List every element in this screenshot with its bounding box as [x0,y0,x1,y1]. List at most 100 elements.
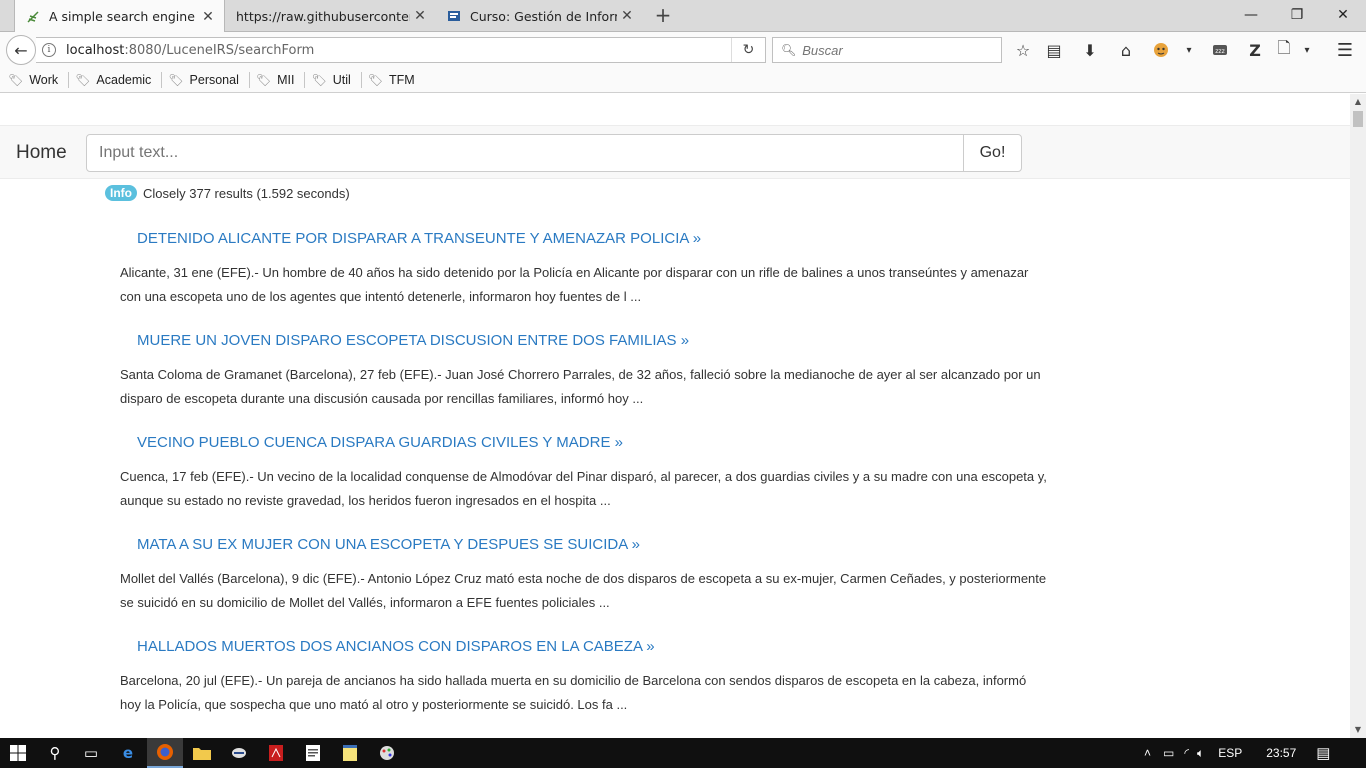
minimize-button[interactable]: — [1228,0,1274,30]
info-icon[interactable]: i [42,43,56,57]
tab-github-raw[interactable]: https://raw.githubusercontent.c ✕ [226,0,436,32]
tag-icon: 🏷︎ [168,73,184,87]
tab-search-engine[interactable]: A simple search engine with ✕ [14,0,225,33]
task-view-icon[interactable]: ▭ [73,738,109,768]
wifi-icon[interactable]: ◜ [1184,746,1189,760]
windows-start-icon[interactable] [0,738,36,768]
bookmark-work[interactable]: 🏷︎ Work [8,73,58,87]
result-title-link[interactable]: MUERE UN JOVEN DISPARO ESCOPETA DISCUSIO… [137,332,1050,349]
close-window-button[interactable]: ✕ [1320,0,1366,30]
info-badge: Info [105,185,137,201]
result-title-link[interactable]: HALLADOS MUERTOS DOS ANCIANOS CON DISPAR… [137,638,1050,655]
clock[interactable]: 23:57 [1266,746,1296,760]
extension-face-icon[interactable] [1148,37,1174,63]
close-icon[interactable]: ✕ [617,8,637,24]
bookmark-tfm[interactable]: 🏷︎ TFM [368,73,415,87]
menu-icon[interactable]: ☰ [1332,37,1358,63]
search-icon: 🔍︎ [781,43,797,57]
battery-icon[interactable]: ▭ [1163,746,1174,760]
pdf-reader-icon[interactable] [258,738,294,768]
sleep-tab-icon[interactable]: zzz [1207,37,1233,63]
result-snippet: Mollet del Vallés (Barcelona), 9 dic (EF… [120,571,1047,610]
back-button[interactable]: ← [6,35,36,65]
tag-icon: 🏷︎ [255,73,272,87]
document-icon[interactable] [295,738,331,768]
bookmark-separator [161,72,163,88]
tab-curso[interactable]: Curso: Gestión de Informaci ✕ [436,0,643,32]
bookmark-separator [304,72,306,88]
chevron-down-icon[interactable]: ▾ [1294,37,1320,63]
volume-icon[interactable]: 🔈︎ [1197,746,1204,761]
tab-bar: A simple search engine with ✕ https://ra… [0,0,1366,33]
bookmark-util[interactable]: 🏷︎ Util [311,73,350,87]
search-input[interactable] [802,42,983,58]
result-snippet: Santa Coloma de Gramanet (Barcelona), 27… [120,367,1041,406]
navigation-bar: ← i localhost:8080/LuceneIRS/searchForm … [0,32,1366,68]
scroll-thumb[interactable] [1353,111,1363,127]
tab-label: https://raw.githubusercontent.c [236,8,410,24]
page-content: Home Go! Info Closely 377 results (1.592… [0,94,1350,738]
query-input[interactable] [86,134,964,172]
bookmark-mii[interactable]: 🏷︎ MII [256,73,295,87]
url-path: :8080/LuceneIRS/searchForm [124,42,315,58]
bookmark-academic[interactable]: 🏷︎ Academic [75,73,151,87]
file-explorer-icon[interactable] [184,738,220,768]
language-indicator[interactable]: ESP [1218,746,1242,760]
app-icon[interactable] [221,738,257,768]
page-scrollbar[interactable]: ▲ ▼ [1350,94,1366,738]
windows-taskbar: ⚲ ▭ e ˄ ▭ ◜ 🔈︎ ESP 23:57 ▤ [0,738,1366,768]
result-title-link[interactable]: VECINO PUEBLO CUENCA DISPARA GUARDIAS CI… [137,434,1050,451]
search-icon[interactable]: ⚲ [37,738,73,768]
bookmark-personal[interactable]: 🏷︎ Personal [168,73,239,87]
star-icon[interactable]: ☆ [1010,37,1036,63]
tag-icon: 🏷︎ [367,73,383,87]
paint-icon[interactable] [369,738,405,768]
home-link[interactable]: Home [16,142,67,164]
go-button[interactable]: Go! [963,134,1022,172]
result-snippet: Barcelona, 20 jul (EFE).- Un pareja de a… [120,673,1027,712]
search-navbar: Home Go! [0,125,1350,179]
home-icon[interactable]: ⌂ [1113,37,1139,63]
notepad-icon[interactable] [332,738,368,768]
result-title-link[interactable]: DETENIDO ALICANTE POR DISPARAR A TRANSEU… [137,230,1050,247]
status-text: Closely 377 results (1.592 seconds) [143,185,350,201]
close-icon[interactable]: ✕ [198,9,218,25]
bookmark-separator [68,72,70,88]
bookmarks-bar: 🏷︎ Work 🏷︎ Academic 🏷︎ Personal 🏷︎ MII 🏷︎ Uti… [0,68,1366,93]
result-title-link[interactable]: MATA A SU EX MUJER CON UNA ESCOPETA Y DE… [137,536,1050,553]
scroll-up-icon[interactable]: ▲ [1350,94,1366,110]
reload-icon[interactable]: ↻ [731,38,765,62]
firefox-icon[interactable] [147,738,183,768]
moodle-icon [446,8,462,24]
url-bar[interactable]: i localhost:8080/LuceneIRS/searchForm ↻ [36,37,766,63]
new-tab-button[interactable]: + [652,4,674,26]
close-icon[interactable]: ✕ [410,8,430,24]
bookmark-separator [360,72,362,88]
result-item: DETENIDO ALICANTE POR DISPARAR A TRANSEU… [120,230,1050,309]
download-icon[interactable]: ⬇ [1077,37,1103,63]
edge-icon[interactable]: e [110,738,146,768]
tab-label: A simple search engine with [49,9,198,24]
tag-icon: 🏷︎ [75,73,91,87]
restore-button[interactable]: ❐ [1274,0,1320,30]
notifications-icon[interactable]: ▤ [1316,744,1330,762]
bookmark-separator [248,72,250,88]
chevron-up-icon[interactable]: ˄ [1144,746,1151,760]
tag-icon: 🏷︎ [8,73,24,87]
arrow-left-icon: ← [14,40,28,60]
url-host: localhost [66,42,125,58]
scroll-down-icon[interactable]: ▼ [1350,722,1366,738]
result-snippet: Alicante, 31 ene (EFE).- Un hombre de 40… [120,265,1029,304]
zotero-icon[interactable]: Z [1242,37,1268,63]
svg-text:zzz: zzz [1215,48,1224,55]
reading-list-icon[interactable]: ▤ [1041,37,1067,63]
system-tray: ˄ ▭ ◜ 🔈︎ ESP 23:57 ▤ [1144,738,1330,768]
url-text[interactable]: localhost:8080/LuceneIRS/searchForm [66,43,731,58]
leaf-icon [25,9,41,25]
chevron-down-icon[interactable]: ▾ [1176,37,1202,63]
tab-label: Curso: Gestión de Informaci [470,8,617,24]
result-item: HALLADOS MUERTOS DOS ANCIANOS CON DISPAR… [120,638,1050,717]
result-item: MATA A SU EX MUJER CON UNA ESCOPETA Y DE… [120,536,1050,615]
result-snippet: Cuenca, 17 feb (EFE).- Un vecino de la l… [120,469,1047,508]
search-bar[interactable]: 🔍︎ [772,37,1002,63]
